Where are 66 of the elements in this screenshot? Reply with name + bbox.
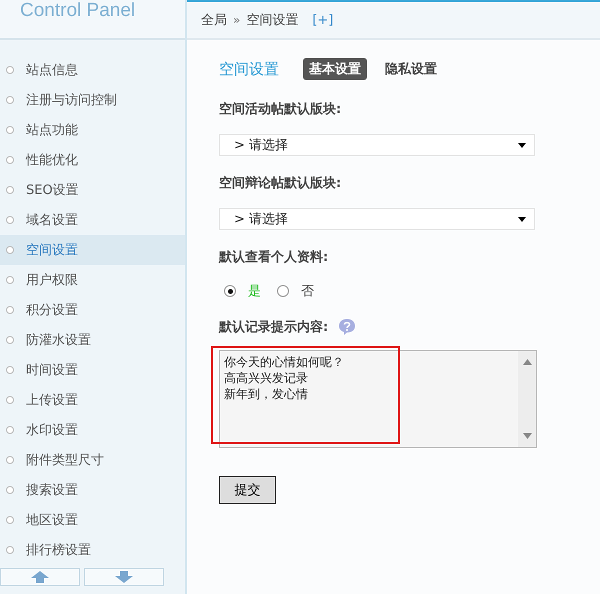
sidebar-item[interactable]: 水印设置 <box>0 415 185 445</box>
dropdown-caret-icon <box>518 142 526 148</box>
sidebar-item[interactable]: 用户权限 <box>0 265 185 295</box>
text-line: 高高兴兴发记录 <box>224 370 309 386</box>
sidebar-item[interactable]: SEO设置 <box>0 175 185 205</box>
bullet-icon <box>6 276 14 284</box>
bullet-icon <box>6 336 14 344</box>
bullet-icon <box>6 366 14 374</box>
sidebar-item[interactable]: 地区设置 <box>0 505 185 535</box>
sidebar-item[interactable]: 站点信息 <box>0 55 185 85</box>
bullet-icon <box>6 156 14 164</box>
sidebar-item[interactable]: 时间设置 <box>0 355 185 385</box>
radio-button[interactable] <box>224 285 236 297</box>
sidebar-item[interactable]: 积分设置 <box>0 295 185 325</box>
bullet-icon <box>6 426 14 434</box>
field-label: 默认记录提示内容: <box>219 318 328 336</box>
bullet-icon <box>6 456 14 464</box>
scroll-up-button[interactable] <box>0 568 80 586</box>
bullet-icon <box>6 246 14 254</box>
radio-button[interactable] <box>277 285 289 297</box>
bullet-icon <box>6 546 14 554</box>
sidebar-item[interactable]: 防灌水设置 <box>0 325 185 355</box>
sidebar-item[interactable]: 上传设置 <box>0 385 185 415</box>
scroll-down-button[interactable] <box>84 568 164 586</box>
text-line: 你今天的心情如何呢？ <box>224 354 344 370</box>
tab[interactable]: 隐私设置 <box>379 58 443 80</box>
breadcrumb-current: 空间设置 <box>246 12 298 29</box>
page-title: 空间设置 <box>219 60 279 78</box>
bullet-icon <box>6 216 14 224</box>
bullet-icon <box>6 66 14 74</box>
text-line: 新年到，发心情 <box>224 386 309 402</box>
field-label: 空间辩论帖默认版块: <box>219 174 342 192</box>
breadcrumb-separator: » <box>233 13 240 27</box>
radio-label: 否 <box>301 283 314 300</box>
bullet-icon <box>6 396 14 404</box>
bullet-icon <box>6 306 14 314</box>
sidebar-item[interactable]: 附件类型尺寸 <box>0 445 185 475</box>
bullet-icon <box>6 516 14 524</box>
down-arrow-icon <box>114 570 134 584</box>
help-icon[interactable] <box>338 318 356 336</box>
scrollbar[interactable] <box>518 351 536 447</box>
field-label: 空间活动帖默认版块: <box>219 100 342 118</box>
sidebar-item[interactable]: 站点功能 <box>0 115 185 145</box>
breadcrumb-link[interactable]: 全局 <box>201 11 227 29</box>
sidebar-item[interactable]: 搜索设置 <box>0 475 185 505</box>
sidebar-item[interactable]: 注册与访问控制 <box>0 85 185 115</box>
scroll-down-icon <box>522 433 532 439</box>
radio-label: 是 <box>248 283 261 300</box>
sidebar-item[interactable]: 排行榜设置 <box>0 535 185 565</box>
sidebar-item[interactable]: 域名设置 <box>0 205 185 235</box>
brand-title: Control Panel <box>20 0 136 22</box>
bullet-icon <box>6 96 14 104</box>
bullet-icon <box>6 126 14 134</box>
up-arrow-icon <box>30 570 50 584</box>
bullet-icon <box>6 486 14 494</box>
sidebar-item[interactable]: 空间设置 <box>0 235 185 265</box>
submit-button[interactable]: 提交 <box>219 476 276 504</box>
sidebar-item[interactable]: 性能优化 <box>0 145 185 175</box>
field-label: 默认查看个人资料: <box>219 249 328 266</box>
text-area[interactable]: 你今天的心情如何呢？ 高高兴兴发记录 新年到，发心情 <box>219 350 537 448</box>
dropdown-caret-icon <box>518 216 526 222</box>
select-field[interactable]: > 请选择 <box>219 134 535 156</box>
scroll-up-icon <box>522 359 532 365</box>
select-field[interactable]: > 请选择 <box>219 208 535 230</box>
tab[interactable]: 基本设置 <box>303 58 367 80</box>
bullet-icon <box>6 186 14 194</box>
